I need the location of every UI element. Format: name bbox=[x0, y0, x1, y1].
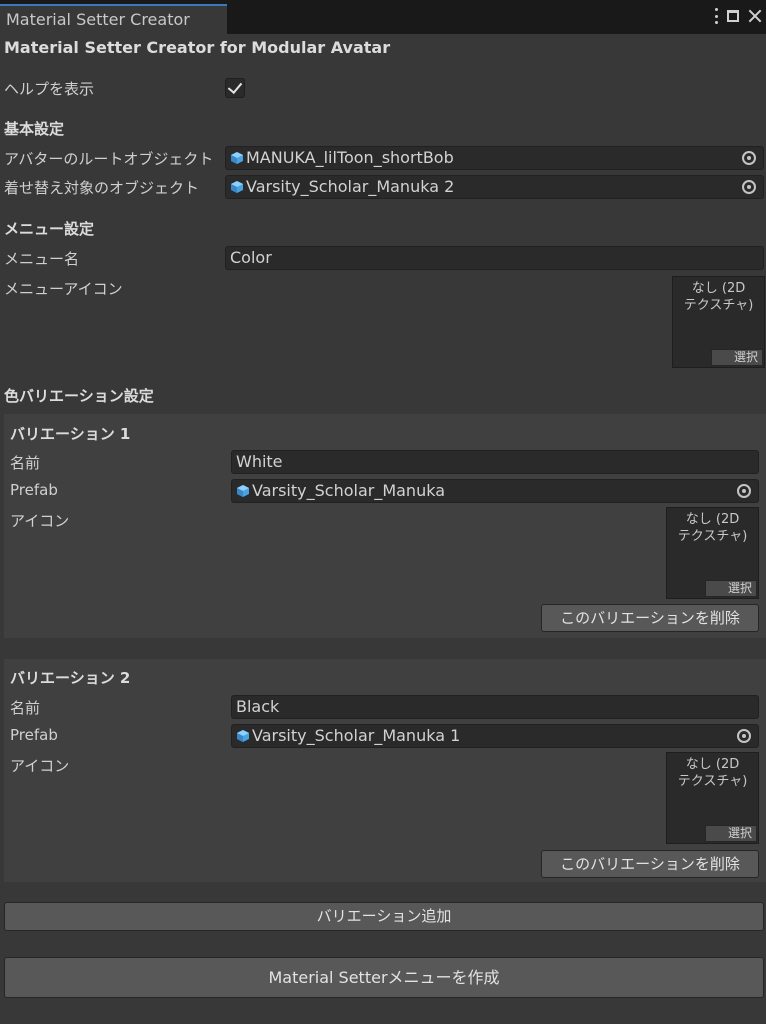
texture-placeholder: なし (2D テクスチャ) bbox=[677, 757, 748, 789]
close-icon[interactable] bbox=[748, 9, 762, 23]
variation-prefab-value: Varsity_Scholar_Manuka 1 bbox=[252, 726, 461, 745]
variation-icon-label: アイコン bbox=[10, 757, 70, 775]
root-object-field[interactable]: MANUKA_lilToon_shortBob bbox=[225, 146, 764, 170]
variation-title: バリエーション 1 bbox=[10, 425, 131, 443]
variation-title: バリエーション 2 bbox=[10, 669, 131, 687]
object-picker-icon[interactable] bbox=[742, 180, 756, 194]
texture-select-button[interactable]: 選択 bbox=[705, 825, 757, 842]
delete-variation-button[interactable]: このバリエーションを削除 bbox=[541, 850, 759, 878]
menu-settings-heading: メニュー設定 bbox=[4, 220, 95, 238]
variation-prefab-label: Prefab bbox=[10, 726, 58, 744]
delete-variation-button[interactable]: このバリエーションを削除 bbox=[541, 604, 759, 632]
variation-icon-label: アイコン bbox=[10, 512, 70, 530]
more-options-icon[interactable] bbox=[714, 8, 718, 24]
variations-heading: 色バリエーション設定 bbox=[4, 387, 154, 405]
object-picker-icon[interactable] bbox=[737, 484, 751, 498]
prefab-cube-icon bbox=[231, 181, 243, 193]
page-title: Material Setter Creator for Modular Avat… bbox=[4, 38, 391, 57]
variation-prefab-field[interactable]: Varsity_Scholar_Manuka 1 bbox=[231, 724, 759, 748]
root-object-value: MANUKA_lilToon_shortBob bbox=[246, 148, 454, 167]
variation-icon-texture-field[interactable]: なし (2D テクスチャ) 選択 bbox=[666, 752, 759, 844]
object-picker-icon[interactable] bbox=[737, 729, 751, 743]
root-object-label: アバターのルートオブジェクト bbox=[4, 150, 214, 168]
prefab-cube-icon bbox=[231, 152, 243, 164]
texture-placeholder: なし (2D テクスチャ) bbox=[677, 512, 748, 544]
object-picker-icon[interactable] bbox=[742, 151, 756, 165]
help-checkbox[interactable] bbox=[225, 78, 245, 98]
prefab-cube-icon bbox=[237, 730, 249, 742]
target-object-field[interactable]: Varsity_Scholar_Manuka 2 bbox=[225, 175, 764, 199]
variation-name-label: 名前 bbox=[10, 699, 41, 717]
target-object-label: 着せ替え対象のオブジェクト bbox=[4, 179, 200, 197]
window-controls bbox=[714, 8, 762, 24]
checkmark-icon bbox=[227, 78, 243, 95]
variation-prefab-field[interactable]: Varsity_Scholar_Manuka bbox=[231, 479, 759, 503]
texture-select-button[interactable]: 選択 bbox=[711, 349, 763, 366]
menu-icon-texture-field[interactable]: なし (2D テクスチャ) 選択 bbox=[672, 276, 765, 368]
menu-icon-label: メニューアイコン bbox=[4, 280, 123, 298]
texture-placeholder: なし (2D テクスチャ) bbox=[683, 281, 754, 313]
add-variation-button[interactable]: バリエーション追加 bbox=[4, 902, 764, 931]
maximize-icon[interactable] bbox=[727, 10, 739, 22]
variation-name-input[interactable]: Black bbox=[231, 695, 759, 719]
texture-select-button[interactable]: 選択 bbox=[705, 580, 757, 597]
target-object-value: Varsity_Scholar_Manuka 2 bbox=[246, 177, 455, 196]
window-titlebar: Material Setter Creator bbox=[0, 0, 766, 34]
window-tab[interactable]: Material Setter Creator bbox=[0, 4, 227, 34]
create-menu-button[interactable]: Material Setterメニューを作成 bbox=[4, 957, 764, 998]
variation-prefab-label: Prefab bbox=[10, 481, 58, 499]
help-label: ヘルプを表示 bbox=[4, 80, 95, 98]
variation-name-label: 名前 bbox=[10, 454, 41, 472]
menu-name-label: メニュー名 bbox=[4, 250, 80, 268]
basic-settings-heading: 基本設定 bbox=[4, 120, 65, 138]
variation-icon-texture-field[interactable]: なし (2D テクスチャ) 選択 bbox=[666, 507, 759, 599]
variation-prefab-value: Varsity_Scholar_Manuka bbox=[252, 481, 445, 500]
variation-name-input[interactable]: White bbox=[231, 450, 759, 474]
variation-panel-2 bbox=[4, 659, 766, 882]
menu-name-input[interactable]: Color bbox=[225, 246, 764, 270]
prefab-cube-icon bbox=[237, 485, 249, 497]
